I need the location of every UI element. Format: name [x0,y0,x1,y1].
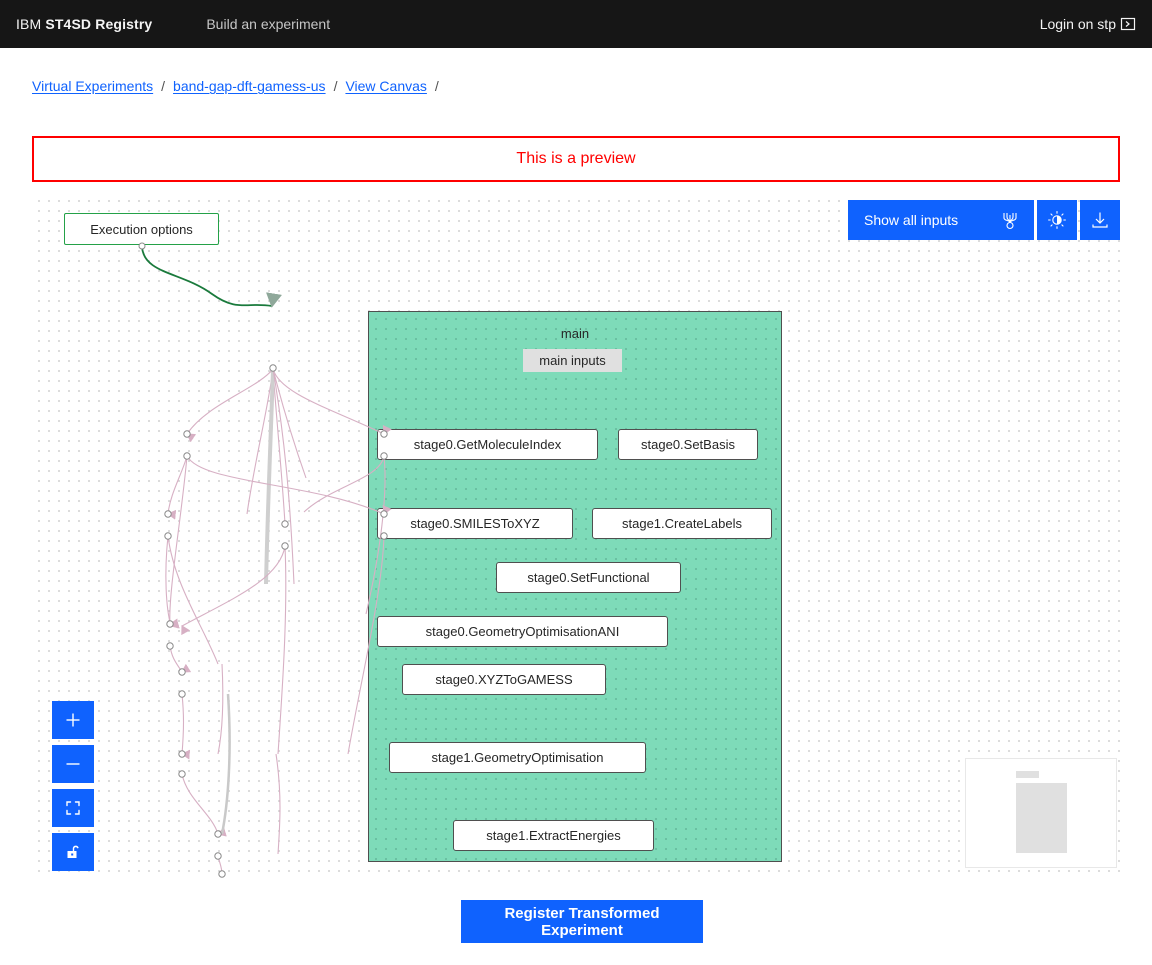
node-label: stage0.GetMoleculeIndex [413,437,562,452]
brand-name: ST4SD Registry [45,16,153,32]
node-label: stage0.SetBasis [641,437,735,452]
download-button[interactable] [1080,200,1120,240]
register-transformed-experiment-button[interactable]: Register Transformed Experiment [461,900,703,943]
breadcrumb-separator: / [333,78,338,94]
zoom-out-button[interactable] [52,745,94,783]
show-all-inputs-label: Show all inputs [864,212,959,228]
brand-title: IBM ST4SD Registry [16,16,152,32]
preview-banner: This is a preview [32,136,1120,182]
app-header: IBM ST4SD Registry Build an experiment L… [0,0,1152,48]
node-label: Execution options [90,221,193,237]
login-label: Login on stp [1039,16,1116,32]
fit-to-screen-button[interactable] [52,789,94,827]
node-stage0-xyztogamess[interactable]: stage0.XYZToGAMESS [402,664,606,695]
node-stage0-getmoleculeindex[interactable]: stage0.GetMoleculeIndex [377,429,598,460]
node-stage0-geometryoptimisationani[interactable]: stage0.GeometryOptimisationANI [377,616,668,647]
node-stage0-setfunctional[interactable]: stage0.SetFunctional [496,562,681,593]
group-label-main: main [560,326,590,341]
node-label: stage1.GeometryOptimisation [431,750,604,765]
lock-canvas-button[interactable] [52,833,94,871]
brightness-contrast-icon [1047,210,1067,230]
breadcrumb-separator: / [161,78,166,94]
brand-prefix: IBM [16,16,42,32]
breadcrumb-separator: / [434,78,439,94]
flow-connection-icon [1000,210,1020,230]
node-label: stage0.GeometryOptimisationANI [425,624,620,639]
node-stage1-createlabels[interactable]: stage1.CreateLabels [592,508,772,539]
zoom-controls [52,701,94,871]
breadcrumb: Virtual Experiments / band-gap-dft-games… [32,78,439,94]
minimap-group-main [1016,783,1067,853]
node-label: stage0.SMILESToXYZ [410,516,540,531]
node-stage1-geometryoptimisation[interactable]: stage1.GeometryOptimisation [389,742,646,773]
node-main-inputs[interactable]: main inputs [523,349,622,372]
minimap[interactable] [965,758,1117,868]
minus-icon [64,755,82,773]
node-label: main inputs [539,353,606,368]
breadcrumb-item-view-canvas[interactable]: View Canvas [345,78,426,94]
center-to-fit-icon [64,799,82,817]
unlocked-padlock-icon [64,843,82,861]
graph-nodes: main Execution options main inputs stage… [32,194,1120,880]
canvas-toolbar: Show all inputs [848,200,1120,240]
preview-banner-text: This is a preview [516,150,636,167]
nav-build-an-experiment[interactable]: Build an experiment [206,16,330,32]
plus-icon [64,711,82,729]
zoom-in-button[interactable] [52,701,94,739]
show-all-inputs-button[interactable]: Show all inputs [848,200,1034,240]
node-label: stage1.ExtractEnergies [486,828,621,843]
download-icon [1090,210,1110,230]
launch-icon [1120,16,1136,32]
node-stage1-extractenergies[interactable]: stage1.ExtractEnergies [453,820,654,851]
node-stage0-setbasis[interactable]: stage0.SetBasis [618,429,758,460]
breadcrumb-item-virtual-experiments[interactable]: Virtual Experiments [32,78,153,94]
minimap-node-execution-options [1016,771,1039,778]
brightness-contrast-button[interactable] [1037,200,1077,240]
node-label: stage1.CreateLabels [622,516,742,531]
node-label: stage0.XYZToGAMESS [435,672,573,687]
node-stage0-smilestoxyz[interactable]: stage0.SMILESToXYZ [377,508,573,539]
login-on-stp-button[interactable]: Login on stp [1040,16,1136,32]
node-label: stage0.SetFunctional [527,570,650,585]
graph-canvas[interactable]: main Execution options main inputs stage… [32,194,1120,880]
breadcrumb-item-experiment[interactable]: band-gap-dft-gamess-us [173,78,326,94]
node-execution-options[interactable]: Execution options [64,213,219,245]
